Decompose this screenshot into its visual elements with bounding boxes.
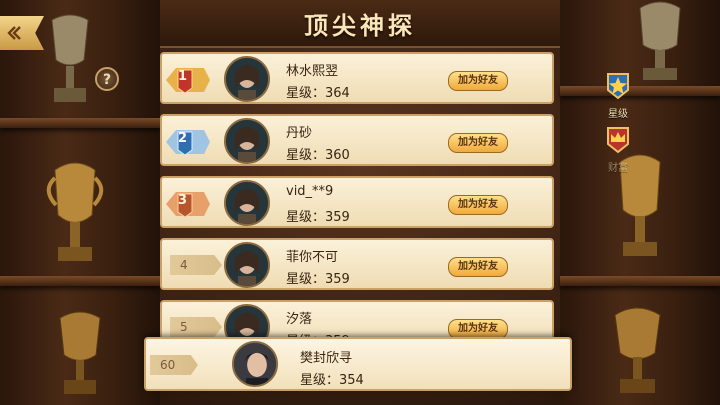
tab-wealth-rank[interactable]: 财富 <box>598 124 638 174</box>
my-avatar[interactable] <box>232 341 278 387</box>
rank-number: 4 <box>170 255 222 275</box>
rank-medal-icon <box>166 130 210 156</box>
shelf-plank <box>0 276 160 286</box>
player-name: 菲你不可 <box>286 250 339 265</box>
rank-number: 3 <box>178 193 188 208</box>
my-rank-row: 60 樊封欣寻 星级：354 <box>144 337 572 391</box>
player-name: vid_**9 <box>286 184 334 199</box>
detective-portrait-icon <box>226 182 268 224</box>
star-level: 星级：364 <box>286 86 350 101</box>
trophy-icon <box>614 307 661 393</box>
trophy-icon <box>46 162 104 261</box>
rank-number: 5 <box>170 317 222 337</box>
player-name: 林水熙翌 <box>286 64 339 79</box>
tab-label: 财富 <box>608 163 628 174</box>
trophy-icon <box>51 14 89 102</box>
rank-medal-icon <box>166 192 210 218</box>
avatar[interactable] <box>224 180 270 226</box>
player-portrait-icon <box>234 343 276 385</box>
my-rank-number: 60 <box>150 355 198 375</box>
player-name: 丹砂 <box>286 126 313 141</box>
help-button[interactable]: ? <box>95 67 119 91</box>
detective-portrait-icon <box>226 58 268 100</box>
player-name: 汐落 <box>286 312 313 327</box>
my-star-level: 星级：354 <box>300 373 364 388</box>
star-level: 星级：359 <box>286 272 350 287</box>
add-friend-button[interactable]: 加为好友 <box>448 71 508 91</box>
shelf-plank <box>560 276 720 286</box>
star-level: 星级：360 <box>286 148 350 163</box>
page-title: 顶尖神探 <box>304 12 416 40</box>
back-arrow-icon <box>7 26 21 40</box>
list-item: 1 林水熙翌 星级：364 加为好友 <box>160 52 554 104</box>
avatar[interactable] <box>224 56 270 102</box>
tab-label: 星级 <box>608 109 628 120</box>
title-bar: 顶尖神探 <box>160 0 560 48</box>
shelf-plank <box>0 118 160 128</box>
tab-star-rank[interactable]: 星级 <box>598 70 638 120</box>
list-item: 2 丹砂 星级：360 加为好友 <box>160 114 554 166</box>
shelf-plank <box>560 86 720 96</box>
my-player-name: 樊封欣寻 <box>300 351 353 366</box>
avatar[interactable] <box>224 242 270 288</box>
list-item: 4 菲你不可 星级：359 加为好友 <box>160 238 554 290</box>
trophy-icon <box>59 311 101 394</box>
star-level: 星级：359 <box>286 210 350 225</box>
add-friend-button[interactable]: 加为好友 <box>448 319 508 339</box>
detective-portrait-icon <box>226 244 268 286</box>
add-friend-button[interactable]: 加为好友 <box>448 257 508 277</box>
avatar[interactable] <box>224 118 270 164</box>
rank-number: 1 <box>178 69 188 84</box>
star-rank-icon <box>607 73 629 100</box>
crown-icon <box>607 127 629 154</box>
detective-portrait-icon <box>226 120 268 162</box>
rank-number: 2 <box>178 131 188 146</box>
add-friend-button[interactable]: 加为好友 <box>448 133 508 153</box>
list-item: 3 vid_**9 星级：359 加为好友 <box>160 176 554 228</box>
add-friend-button[interactable]: 加为好友 <box>448 195 508 215</box>
rank-medal-icon <box>166 68 210 94</box>
